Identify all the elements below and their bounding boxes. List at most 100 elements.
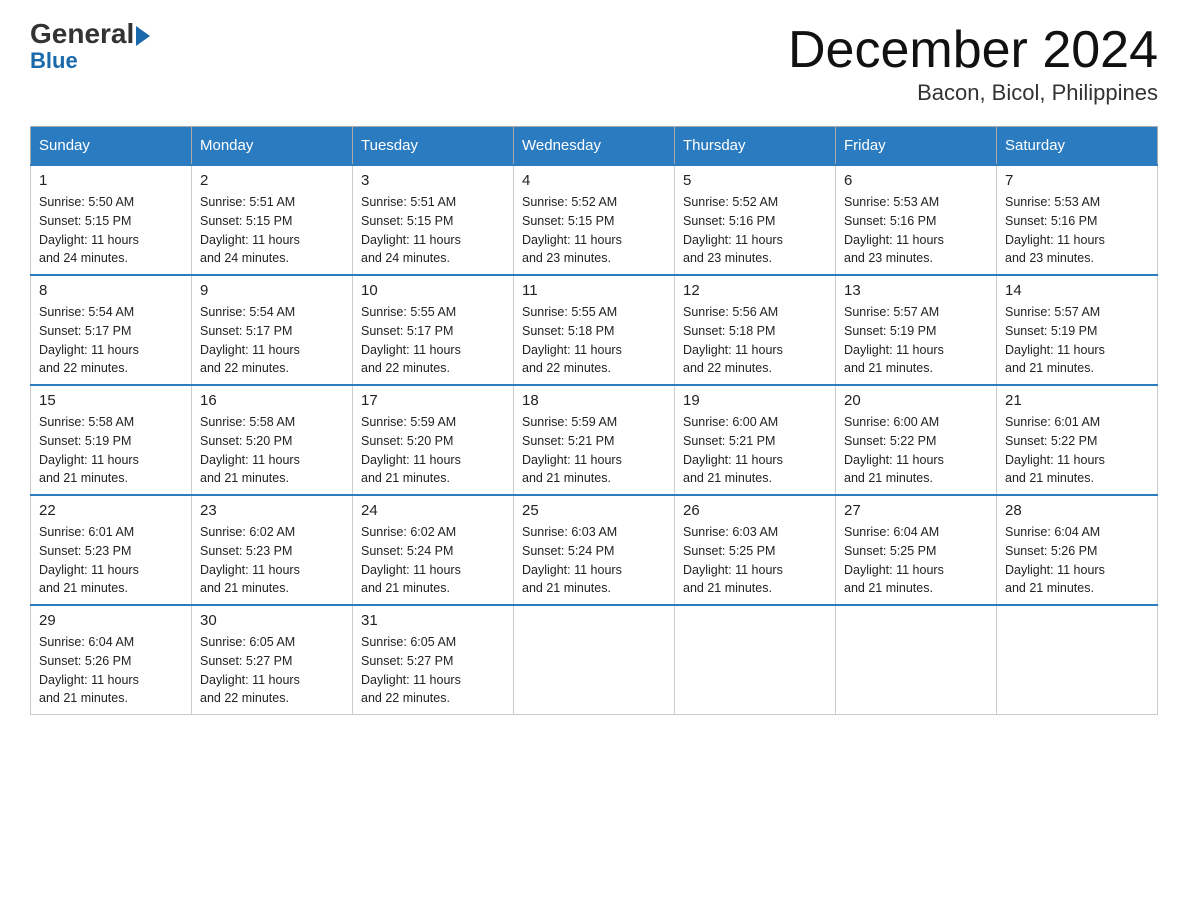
column-header-friday: Friday xyxy=(836,127,997,166)
day-cell-10: 10 Sunrise: 5:55 AMSunset: 5:17 PMDaylig… xyxy=(353,275,514,385)
day-cell-22: 22 Sunrise: 6:01 AMSunset: 5:23 PMDaylig… xyxy=(31,495,192,605)
week-row-1: 1 Sunrise: 5:50 AMSunset: 5:15 PMDayligh… xyxy=(31,165,1158,275)
day-cell-14: 14 Sunrise: 5:57 AMSunset: 5:19 PMDaylig… xyxy=(997,275,1158,385)
day-info: Sunrise: 5:52 AMSunset: 5:16 PMDaylight:… xyxy=(683,193,827,268)
day-number: 6 xyxy=(844,172,988,189)
week-row-3: 15 Sunrise: 5:58 AMSunset: 5:19 PMDaylig… xyxy=(31,385,1158,495)
day-cell-23: 23 Sunrise: 6:02 AMSunset: 5:23 PMDaylig… xyxy=(192,495,353,605)
day-info: Sunrise: 5:58 AMSunset: 5:19 PMDaylight:… xyxy=(39,413,183,488)
day-number: 11 xyxy=(522,282,666,299)
day-cell-26: 26 Sunrise: 6:03 AMSunset: 5:25 PMDaylig… xyxy=(675,495,836,605)
day-info: Sunrise: 6:02 AMSunset: 5:23 PMDaylight:… xyxy=(200,523,344,598)
day-info: Sunrise: 5:56 AMSunset: 5:18 PMDaylight:… xyxy=(683,303,827,378)
day-number: 31 xyxy=(361,612,505,629)
empty-cell xyxy=(836,605,997,715)
day-info: Sunrise: 5:51 AMSunset: 5:15 PMDaylight:… xyxy=(361,193,505,268)
page-header: General Blue December 2024 Bacon, Bicol,… xyxy=(30,20,1158,106)
day-number: 12 xyxy=(683,282,827,299)
day-number: 2 xyxy=(200,172,344,189)
day-number: 28 xyxy=(1005,502,1149,519)
calendar-header-row: SundayMondayTuesdayWednesdayThursdayFrid… xyxy=(31,127,1158,166)
day-cell-1: 1 Sunrise: 5:50 AMSunset: 5:15 PMDayligh… xyxy=(31,165,192,275)
column-header-saturday: Saturday xyxy=(997,127,1158,166)
day-info: Sunrise: 5:54 AMSunset: 5:17 PMDaylight:… xyxy=(39,303,183,378)
column-header-monday: Monday xyxy=(192,127,353,166)
day-cell-27: 27 Sunrise: 6:04 AMSunset: 5:25 PMDaylig… xyxy=(836,495,997,605)
day-cell-3: 3 Sunrise: 5:51 AMSunset: 5:15 PMDayligh… xyxy=(353,165,514,275)
day-cell-4: 4 Sunrise: 5:52 AMSunset: 5:15 PMDayligh… xyxy=(514,165,675,275)
day-cell-6: 6 Sunrise: 5:53 AMSunset: 5:16 PMDayligh… xyxy=(836,165,997,275)
day-cell-15: 15 Sunrise: 5:58 AMSunset: 5:19 PMDaylig… xyxy=(31,385,192,495)
page-subtitle: Bacon, Bicol, Philippines xyxy=(788,80,1158,106)
day-info: Sunrise: 5:59 AMSunset: 5:21 PMDaylight:… xyxy=(522,413,666,488)
page-title: December 2024 xyxy=(788,20,1158,80)
empty-cell xyxy=(514,605,675,715)
week-row-4: 22 Sunrise: 6:01 AMSunset: 5:23 PMDaylig… xyxy=(31,495,1158,605)
empty-cell xyxy=(997,605,1158,715)
day-cell-16: 16 Sunrise: 5:58 AMSunset: 5:20 PMDaylig… xyxy=(192,385,353,495)
day-number: 29 xyxy=(39,612,183,629)
day-number: 24 xyxy=(361,502,505,519)
day-number: 16 xyxy=(200,392,344,409)
day-number: 1 xyxy=(39,172,183,189)
week-row-2: 8 Sunrise: 5:54 AMSunset: 5:17 PMDayligh… xyxy=(31,275,1158,385)
logo: General Blue xyxy=(30,20,150,72)
day-number: 15 xyxy=(39,392,183,409)
day-number: 25 xyxy=(522,502,666,519)
day-info: Sunrise: 5:52 AMSunset: 5:15 PMDaylight:… xyxy=(522,193,666,268)
day-number: 9 xyxy=(200,282,344,299)
day-info: Sunrise: 5:57 AMSunset: 5:19 PMDaylight:… xyxy=(1005,303,1149,378)
day-info: Sunrise: 5:50 AMSunset: 5:15 PMDaylight:… xyxy=(39,193,183,268)
day-info: Sunrise: 6:04 AMSunset: 5:25 PMDaylight:… xyxy=(844,523,988,598)
column-header-tuesday: Tuesday xyxy=(353,127,514,166)
day-number: 3 xyxy=(361,172,505,189)
day-number: 17 xyxy=(361,392,505,409)
day-info: Sunrise: 5:53 AMSunset: 5:16 PMDaylight:… xyxy=(1005,193,1149,268)
day-number: 14 xyxy=(1005,282,1149,299)
day-number: 4 xyxy=(522,172,666,189)
day-cell-11: 11 Sunrise: 5:55 AMSunset: 5:18 PMDaylig… xyxy=(514,275,675,385)
day-info: Sunrise: 6:05 AMSunset: 5:27 PMDaylight:… xyxy=(361,633,505,708)
day-info: Sunrise: 5:59 AMSunset: 5:20 PMDaylight:… xyxy=(361,413,505,488)
day-cell-8: 8 Sunrise: 5:54 AMSunset: 5:17 PMDayligh… xyxy=(31,275,192,385)
day-number: 27 xyxy=(844,502,988,519)
day-cell-19: 19 Sunrise: 6:00 AMSunset: 5:21 PMDaylig… xyxy=(675,385,836,495)
logo-top: General xyxy=(30,20,150,48)
day-cell-7: 7 Sunrise: 5:53 AMSunset: 5:16 PMDayligh… xyxy=(997,165,1158,275)
day-cell-5: 5 Sunrise: 5:52 AMSunset: 5:16 PMDayligh… xyxy=(675,165,836,275)
day-number: 5 xyxy=(683,172,827,189)
day-number: 30 xyxy=(200,612,344,629)
day-cell-21: 21 Sunrise: 6:01 AMSunset: 5:22 PMDaylig… xyxy=(997,385,1158,495)
day-number: 8 xyxy=(39,282,183,299)
day-cell-12: 12 Sunrise: 5:56 AMSunset: 5:18 PMDaylig… xyxy=(675,275,836,385)
day-cell-30: 30 Sunrise: 6:05 AMSunset: 5:27 PMDaylig… xyxy=(192,605,353,715)
logo-arrow-icon xyxy=(136,26,150,46)
day-cell-25: 25 Sunrise: 6:03 AMSunset: 5:24 PMDaylig… xyxy=(514,495,675,605)
day-info: Sunrise: 6:02 AMSunset: 5:24 PMDaylight:… xyxy=(361,523,505,598)
day-number: 19 xyxy=(683,392,827,409)
day-info: Sunrise: 6:00 AMSunset: 5:21 PMDaylight:… xyxy=(683,413,827,488)
day-cell-24: 24 Sunrise: 6:02 AMSunset: 5:24 PMDaylig… xyxy=(353,495,514,605)
day-cell-2: 2 Sunrise: 5:51 AMSunset: 5:15 PMDayligh… xyxy=(192,165,353,275)
day-number: 22 xyxy=(39,502,183,519)
day-info: Sunrise: 6:03 AMSunset: 5:25 PMDaylight:… xyxy=(683,523,827,598)
day-info: Sunrise: 6:01 AMSunset: 5:22 PMDaylight:… xyxy=(1005,413,1149,488)
column-header-wednesday: Wednesday xyxy=(514,127,675,166)
day-number: 26 xyxy=(683,502,827,519)
day-info: Sunrise: 6:05 AMSunset: 5:27 PMDaylight:… xyxy=(200,633,344,708)
column-header-thursday: Thursday xyxy=(675,127,836,166)
day-number: 7 xyxy=(1005,172,1149,189)
day-info: Sunrise: 5:58 AMSunset: 5:20 PMDaylight:… xyxy=(200,413,344,488)
empty-cell xyxy=(675,605,836,715)
day-number: 20 xyxy=(844,392,988,409)
logo-general-text: General xyxy=(30,18,134,49)
day-info: Sunrise: 5:54 AMSunset: 5:17 PMDaylight:… xyxy=(200,303,344,378)
day-cell-13: 13 Sunrise: 5:57 AMSunset: 5:19 PMDaylig… xyxy=(836,275,997,385)
day-number: 18 xyxy=(522,392,666,409)
day-cell-28: 28 Sunrise: 6:04 AMSunset: 5:26 PMDaylig… xyxy=(997,495,1158,605)
day-cell-18: 18 Sunrise: 5:59 AMSunset: 5:21 PMDaylig… xyxy=(514,385,675,495)
day-cell-17: 17 Sunrise: 5:59 AMSunset: 5:20 PMDaylig… xyxy=(353,385,514,495)
day-number: 10 xyxy=(361,282,505,299)
day-info: Sunrise: 6:00 AMSunset: 5:22 PMDaylight:… xyxy=(844,413,988,488)
day-info: Sunrise: 5:57 AMSunset: 5:19 PMDaylight:… xyxy=(844,303,988,378)
